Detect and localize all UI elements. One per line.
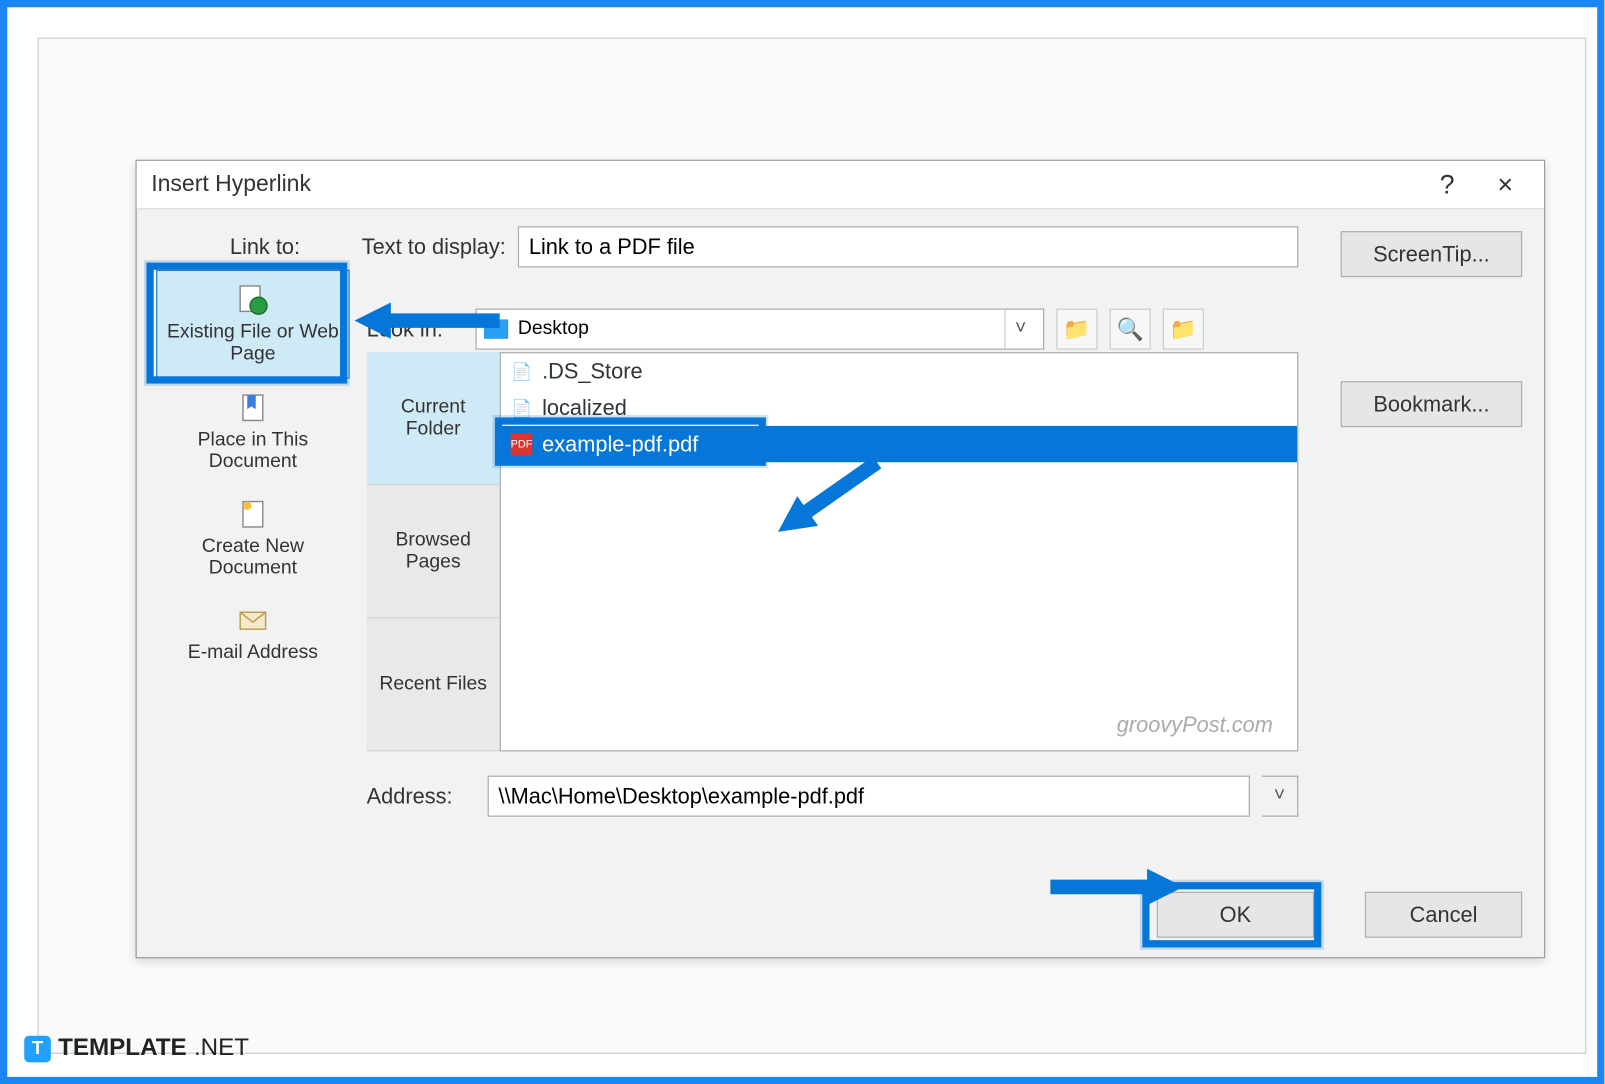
web-search-icon [1117, 316, 1144, 341]
browse-web-button[interactable] [1110, 309, 1151, 350]
insert-hyperlink-dialog: Insert Hyperlink ? × Link to: Text to di… [136, 160, 1546, 959]
badge-net: .NET [194, 1035, 249, 1063]
up-folder-button[interactable] [1056, 309, 1097, 350]
text-to-display-label: Text to display: [362, 234, 506, 259]
linkto-create-new[interactable]: Create New Document [156, 485, 350, 591]
cancel-button[interactable]: Cancel [1365, 892, 1522, 938]
file-row[interactable]: 📄 localized [501, 390, 1297, 426]
look-in-row: Look in: Desktop ˅ [367, 309, 1420, 350]
globe-page-icon [236, 283, 270, 317]
template-net-badge: T TEMPLATE.NET [24, 1035, 249, 1063]
file-row-selected[interactable]: PDF example-pdf.pdf [501, 426, 1297, 462]
address-dropdown[interactable]: ˅ [1262, 776, 1298, 817]
file-name: example-pdf.pdf [542, 431, 698, 456]
linkto-opt-label: Create New Document [202, 536, 304, 578]
folder-icon [1063, 316, 1090, 341]
open-folder-button[interactable] [1163, 309, 1204, 350]
linkto-email[interactable]: E-mail Address [156, 592, 350, 677]
address-value: \\Mac\Home\Desktop\example-pdf.pdf [499, 783, 865, 808]
new-doc-icon [236, 497, 270, 531]
link-to-panel: Existing File or Web Page Place in This … [156, 270, 350, 923]
help-button[interactable]: ? [1423, 160, 1471, 208]
file-name: .DS_Store [542, 359, 642, 384]
chevron-down-icon: ˅ [1004, 310, 1035, 349]
tutorial-frame: Insert Hyperlink ? × Link to: Text to di… [0, 0, 1604, 1084]
tab-browsed-pages[interactable]: Browsed Pages [367, 485, 500, 618]
dialog-title: Insert Hyperlink [151, 171, 1423, 198]
linkto-place-in-doc[interactable]: Place in This Document [156, 379, 350, 485]
document-canvas: Insert Hyperlink ? × Link to: Text to di… [38, 38, 1587, 1054]
linkto-opt-label: E-mail Address [188, 643, 318, 664]
screentip-button[interactable]: ScreenTip... [1341, 231, 1523, 277]
text-to-display-row: Link to: Text to display: [180, 226, 1524, 267]
address-input[interactable]: \\Mac\Home\Desktop\example-pdf.pdf [488, 776, 1250, 817]
file-list[interactable]: 📄 .DS_Store 📄 localized PDF example-pdf.… [500, 352, 1299, 751]
dialog-title-bar: Insert Hyperlink ? × [137, 161, 1544, 209]
file-name: localized [542, 395, 627, 420]
badge-square-icon: T [24, 1035, 51, 1062]
linkto-opt-label: Existing File or Web Page [167, 322, 339, 364]
file-icon: 📄 [511, 397, 533, 419]
dialog-body: Link to: Text to display: ScreenTip... B… [137, 209, 1544, 957]
file-row[interactable]: 📄 .DS_Store [501, 353, 1297, 389]
look-in-dropdown[interactable]: Desktop ˅ [476, 309, 1045, 350]
envelope-icon [236, 604, 270, 638]
desktop-icon [484, 319, 508, 338]
look-in-label: Look in: [367, 316, 464, 341]
address-row: Address: \\Mac\Home\Desktop\example-pdf.… [367, 776, 1299, 817]
pdf-icon: PDF [511, 433, 533, 455]
browse-tabs: Current Folder Browsed Pages Recent File… [367, 352, 500, 751]
link-to-label: Link to: [180, 234, 349, 259]
badge-text: TEMPLATE [58, 1035, 187, 1063]
tab-current-folder[interactable]: Current Folder [367, 352, 500, 485]
close-button[interactable]: × [1481, 160, 1529, 208]
watermark: groovyPost.com [1117, 713, 1273, 738]
linkto-opt-label: Place in This Document [198, 430, 308, 472]
look-in-value: Desktop [518, 318, 589, 340]
tab-recent-files[interactable]: Recent Files [367, 618, 500, 751]
text-to-display-input[interactable] [518, 226, 1298, 267]
file-icon: 📄 [511, 361, 533, 383]
address-label: Address: [367, 783, 476, 808]
bookmark-button[interactable]: Bookmark... [1341, 381, 1523, 427]
linkto-existing-file[interactable]: Existing File or Web Page [156, 270, 350, 379]
folder-icon [1170, 316, 1197, 341]
bookmark-icon [236, 391, 270, 425]
ok-button[interactable]: OK [1157, 892, 1314, 938]
